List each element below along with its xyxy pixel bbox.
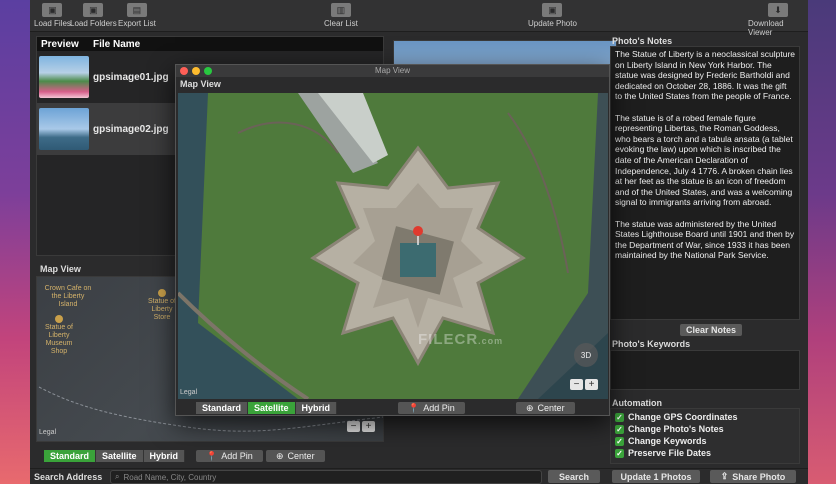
notes-textarea[interactable]: The Statue of Liberty is a neoclassical … (610, 46, 800, 320)
file-name: gpsimage01.jpg (93, 71, 169, 83)
add-pin-label: Add Pin (423, 403, 455, 413)
export-list-label: Export List (118, 19, 156, 28)
search-placeholder: Road Name, City, Country (123, 472, 217, 482)
toolbar: ▣ Load Files ▣ Load Folders ▤ Export Lis… (30, 0, 808, 37)
center-button[interactable]: ⊕ Center (516, 402, 575, 414)
automation-title: Automation (612, 398, 662, 408)
image-icon: ▣ (42, 3, 63, 17)
automation-options: ✓ Change GPS Coordinates ✓ Change Photo'… (610, 408, 800, 464)
zoom-in-button[interactable]: + (585, 379, 598, 390)
map-type-selector: Standard Satellite Hybrid (44, 450, 186, 462)
search-button[interactable]: Search (548, 470, 600, 483)
export-list-button[interactable]: ▤ Export List (118, 3, 156, 28)
checkbox-checked-icon[interactable]: ✓ (615, 436, 624, 446)
option-preserve-dates[interactable]: ✓ Preserve File Dates (615, 448, 711, 458)
zoom-out-button[interactable]: − (347, 421, 360, 432)
satellite-map[interactable]: FILECR.com 3D − + Legal (178, 93, 608, 399)
zoom-control: − + (570, 379, 598, 390)
maximize-icon[interactable] (204, 67, 212, 75)
watermark-logo: FILECR.com (418, 331, 504, 348)
download-icon: ⬇ (768, 3, 788, 17)
compass-3d-button[interactable]: 3D (574, 343, 598, 367)
map-type-selector: Standard Satellite Hybrid (196, 402, 338, 414)
center-label: Center (537, 403, 565, 413)
option-change-notes[interactable]: ✓ Change Photo's Notes (615, 424, 724, 434)
minimize-icon[interactable] (192, 67, 200, 75)
share-photo-button[interactable]: ⇪ Share Photo (710, 470, 796, 483)
close-icon[interactable] (180, 67, 188, 75)
zoom-out-button[interactable]: − (570, 379, 583, 390)
map-type-satellite[interactable]: Satellite (96, 450, 144, 462)
photo-icon: ▣ (542, 3, 563, 17)
photo-thumbnail (39, 56, 89, 98)
map-type-hybrid[interactable]: Hybrid (295, 402, 338, 414)
clear-notes-button[interactable]: Clear Notes (680, 324, 743, 336)
map-type-standard[interactable]: Standard (196, 402, 249, 414)
footer-bar: Search Address ⌕ Road Name, City, Countr… (30, 468, 808, 484)
search-address-label: Search Address (34, 472, 103, 482)
keywords-title: Photo's Keywords (612, 339, 691, 349)
desktop-background-left (0, 0, 30, 484)
satellite-imagery (178, 93, 608, 399)
clear-list-icon: ▥ (330, 3, 351, 17)
pin-icon: 📍 (408, 402, 420, 413)
add-pin-button[interactable]: 📍 Add Pin (398, 402, 465, 414)
load-files-label: Load Files (34, 19, 71, 28)
checkbox-checked-icon[interactable]: ✓ (615, 412, 624, 422)
col-preview[interactable]: Preview (37, 39, 89, 50)
add-pin-button[interactable]: 📍 Add Pin (196, 450, 263, 462)
window-title: Map View (375, 66, 410, 75)
checkbox-checked-icon[interactable]: ✓ (615, 424, 624, 434)
map-type-standard[interactable]: Standard (44, 450, 97, 462)
zoom-control: − + (347, 421, 375, 432)
share-photo-label: Share Photo (732, 471, 786, 482)
checkbox-checked-icon[interactable]: ✓ (615, 448, 624, 458)
option-change-gps[interactable]: ✓ Change GPS Coordinates (615, 412, 738, 422)
legal-link[interactable]: Legal (180, 389, 197, 396)
photo-thumbnail (39, 108, 89, 150)
desktop-background-right (808, 0, 836, 484)
file-list-header: Preview File Name (37, 37, 383, 51)
file-name: gpsimage02.jpg (93, 123, 169, 135)
update-photos-button[interactable]: Update 1 Photos (612, 470, 700, 483)
map-type-satellite[interactable]: Satellite (248, 402, 296, 414)
center-label: Center (287, 451, 315, 461)
add-pin-label: Add Pin (221, 451, 253, 461)
window-controls (180, 67, 212, 75)
load-files-button[interactable]: ▣ Load Files (34, 3, 71, 28)
center-button[interactable]: ⊕ Center (266, 450, 325, 462)
notes-title: Photo's Notes (612, 36, 673, 46)
option-change-keywords[interactable]: ✓ Change Keywords (615, 436, 707, 446)
load-folders-label: Load Folders (70, 19, 117, 28)
images-icon: ▣ (83, 3, 104, 17)
search-address-input[interactable]: ⌕ Road Name, City, Country (110, 470, 542, 484)
pin-icon: 📍 (206, 450, 218, 461)
search-icon: ⌕ (115, 472, 120, 481)
col-file-name[interactable]: File Name (89, 39, 140, 50)
notes-panel: Photo's Notes The Statue of Liberty is a… (608, 34, 804, 468)
window-titlebar[interactable]: Map View (176, 65, 609, 77)
load-folders-button[interactable]: ▣ Load Folders (70, 3, 117, 28)
map-view-label: Map View (180, 79, 221, 89)
update-photo-label: Update Photo (528, 19, 577, 28)
crosshair-icon: ⊕ (526, 402, 534, 413)
legal-link[interactable]: Legal (39, 429, 56, 436)
update-photo-button[interactable]: ▣ Update Photo (528, 3, 577, 28)
map-view-window: Map View Map View FILECR.com 3D − + Lega… (175, 64, 610, 416)
map-type-hybrid[interactable]: Hybrid (143, 450, 186, 462)
clear-list-label: Clear List (324, 19, 358, 28)
export-icon: ▤ (126, 3, 147, 17)
crosshair-icon: ⊕ (276, 450, 284, 461)
map-view-title: Map View (40, 264, 81, 274)
map-controls-bar: Standard Satellite Hybrid 📍 Add Pin ⊕ Ce… (176, 401, 611, 415)
download-viewer-button[interactable]: ⬇ Download Viewer (748, 3, 808, 37)
keywords-field[interactable] (610, 350, 800, 390)
map-pin-icon (413, 226, 423, 236)
clear-list-button[interactable]: ▥ Clear List (324, 3, 358, 28)
share-icon: ⇪ (720, 471, 729, 481)
zoom-in-button[interactable]: + (362, 421, 375, 432)
